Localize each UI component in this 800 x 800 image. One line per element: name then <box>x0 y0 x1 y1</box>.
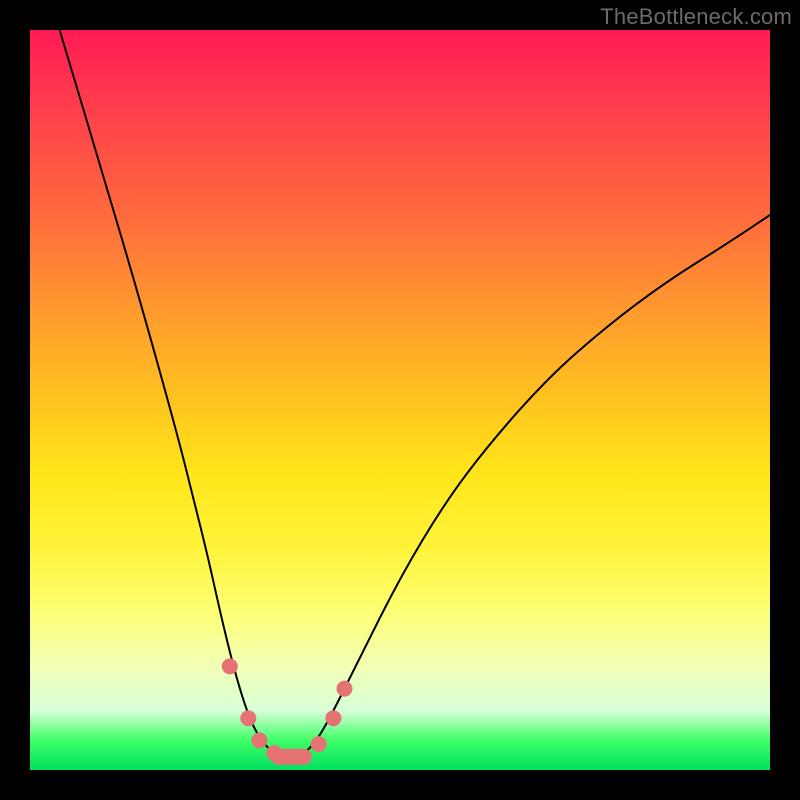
data-marker <box>251 732 267 748</box>
chart-frame: TheBottleneck.com <box>0 0 800 800</box>
data-marker <box>266 745 282 761</box>
watermark-text: TheBottleneck.com <box>600 4 792 30</box>
data-marker <box>311 736 327 752</box>
data-marker <box>240 710 256 726</box>
curve-svg <box>30 30 770 770</box>
plot-area <box>30 30 770 770</box>
data-marker <box>325 710 341 726</box>
data-marker <box>337 681 353 697</box>
bottleneck-curve <box>60 30 770 759</box>
data-marker <box>222 658 238 674</box>
data-marker <box>281 749 297 765</box>
data-marker <box>296 749 312 765</box>
